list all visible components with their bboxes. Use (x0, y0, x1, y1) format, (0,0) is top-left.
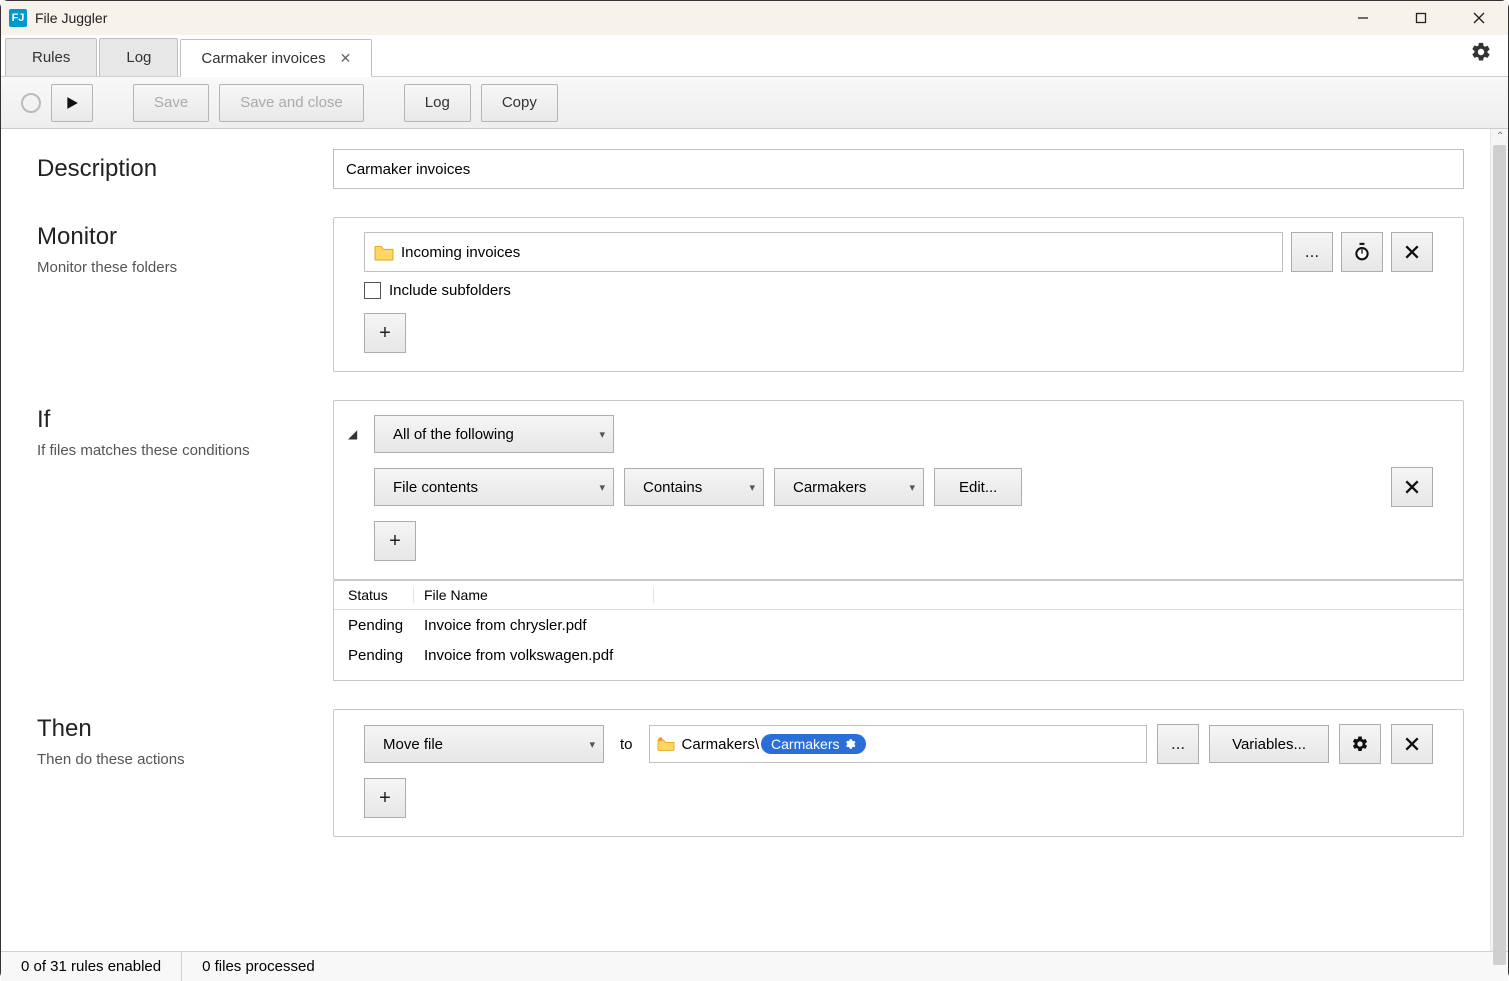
log-button[interactable]: Log (404, 84, 471, 122)
window-title: File Juggler (35, 10, 107, 26)
browse-destination-button[interactable]: ... (1157, 724, 1199, 764)
condition-group-select[interactable]: All of the following ▾ (374, 415, 614, 453)
browse-folder-button[interactable]: ... (1291, 232, 1333, 272)
x-icon (1404, 244, 1420, 260)
action-select[interactable]: Move file ▾ (364, 725, 604, 763)
copy-button[interactable]: Copy (481, 84, 558, 122)
remove-action-button[interactable] (1391, 724, 1433, 764)
save-button[interactable]: Save (133, 84, 209, 122)
then-title: Then (37, 715, 333, 743)
scrollbar[interactable]: ⌃ (1490, 129, 1508, 951)
app-icon: FJ (9, 9, 27, 27)
chevron-down-icon: ▾ (749, 481, 755, 494)
action-value: Move file (383, 736, 443, 753)
monitor-folder-input[interactable]: Incoming invoices (364, 232, 1283, 272)
table-row[interactable]: Pending Invoice from chrysler.pdf (334, 610, 1463, 640)
condition-field-select[interactable]: File contents ▾ (374, 468, 614, 506)
scroll-up-icon[interactable]: ⌃ (1496, 131, 1504, 142)
tab-active-rule[interactable]: Carmaker invoices ✕ (180, 39, 372, 77)
if-subtitle: If files matches these conditions (37, 442, 333, 459)
cell-status: Pending (334, 647, 414, 664)
gear-icon (844, 738, 856, 750)
toolbar: Save Save and close Log Copy (1, 77, 1508, 129)
condition-value-value: Carmakers (793, 479, 866, 496)
save-and-close-button[interactable]: Save and close (219, 84, 364, 122)
tab-log[interactable]: Log (99, 38, 178, 76)
tabs-row: Rules Log Carmaker invoices ✕ (1, 35, 1508, 77)
status-rules: 0 of 31 rules enabled (1, 952, 182, 981)
condition-op-value: Contains (643, 479, 702, 496)
monitor-folder-value: Incoming invoices (401, 244, 520, 261)
open-folder-icon (656, 736, 676, 752)
main-content: Description Monitor Monitor these folder… (1, 129, 1490, 951)
status-files: 0 files processed (182, 952, 335, 981)
destination-variable-pill[interactable]: Carmakers (761, 734, 865, 754)
titlebar: FJ File Juggler (1, 1, 1508, 35)
action-settings-button[interactable] (1339, 724, 1381, 764)
if-title: If (37, 406, 333, 434)
condition-value-select[interactable]: Carmakers ▾ (774, 468, 924, 506)
description-input[interactable] (333, 149, 1464, 189)
cell-filename: Invoice from chrysler.pdf (414, 617, 587, 634)
to-label: to (614, 736, 639, 753)
settings-button[interactable] (1462, 33, 1500, 76)
chevron-down-icon: ▾ (589, 738, 595, 751)
variable-name: Carmakers (771, 736, 839, 752)
scrollbar-thumb[interactable] (1493, 145, 1506, 965)
run-button[interactable] (51, 84, 93, 122)
then-subtitle: Then do these actions (37, 751, 333, 768)
close-button[interactable] (1450, 1, 1508, 35)
destination-input[interactable]: Carmakers\ Carmakers (649, 725, 1148, 763)
add-folder-button[interactable]: + (364, 313, 406, 353)
cell-filename: Invoice from volkswagen.pdf (414, 647, 613, 664)
x-icon (1404, 736, 1420, 752)
col-status[interactable]: Status (334, 587, 414, 603)
add-condition-button[interactable]: + (374, 521, 416, 561)
cell-status: Pending (334, 617, 414, 634)
include-subfolders-checkbox[interactable] (364, 282, 381, 299)
enable-toggle[interactable] (21, 93, 41, 113)
stopwatch-icon (1352, 242, 1372, 262)
minimize-button[interactable] (1334, 1, 1392, 35)
condition-field-value: File contents (393, 479, 478, 496)
condition-op-select[interactable]: Contains ▾ (624, 468, 764, 506)
tab-rules[interactable]: Rules (5, 38, 97, 76)
remove-folder-button[interactable] (1391, 232, 1433, 272)
maximize-button[interactable] (1392, 1, 1450, 35)
edit-condition-button[interactable]: Edit... (934, 468, 1022, 506)
chevron-down-icon: ▾ (599, 481, 605, 494)
collapse-toggle[interactable]: ◢ (348, 427, 364, 441)
chevron-down-icon: ▾ (909, 481, 915, 494)
chevron-down-icon: ▾ (599, 428, 605, 441)
close-icon[interactable]: ✕ (340, 50, 352, 67)
gear-icon (1470, 41, 1492, 63)
add-action-button[interactable]: + (364, 778, 406, 818)
remove-condition-button[interactable] (1391, 467, 1433, 507)
monitor-subtitle: Monitor these folders (37, 259, 333, 276)
include-subfolders-label: Include subfolders (389, 282, 511, 299)
statusbar: 0 of 31 rules enabled 0 files processed (1, 951, 1508, 981)
tab-label: Carmaker invoices (201, 50, 325, 67)
x-icon (1404, 479, 1420, 495)
description-title: Description (37, 155, 333, 183)
play-icon (65, 96, 79, 110)
table-row[interactable]: Pending Invoice from volkswagen.pdf (334, 640, 1463, 670)
timer-button[interactable] (1341, 232, 1383, 272)
file-match-table: Status File Name Pending Invoice from ch… (333, 580, 1464, 681)
monitor-title: Monitor (37, 223, 333, 251)
gear-icon (1351, 735, 1369, 753)
destination-prefix: Carmakers\ (682, 736, 760, 753)
col-filename[interactable]: File Name (414, 587, 654, 603)
condition-group-value: All of the following (393, 426, 514, 443)
folder-icon (373, 243, 395, 261)
variables-button[interactable]: Variables... (1209, 725, 1329, 763)
